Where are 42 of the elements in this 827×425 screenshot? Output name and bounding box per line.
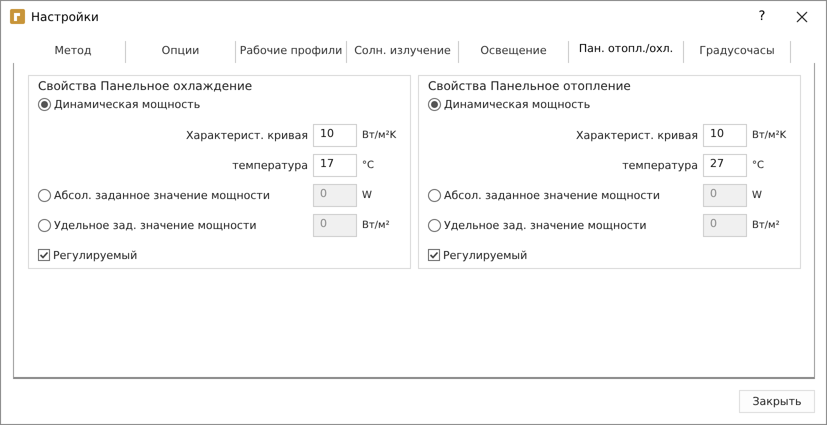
app-icon: [10, 9, 25, 24]
unit-label: W: [362, 190, 373, 200]
unit-label: Вт/м²: [752, 220, 781, 230]
radio-button[interactable]: [38, 98, 51, 111]
window-title: Настройки: [31, 10, 100, 24]
tab[interactable]: Градусочасы: [684, 41, 791, 63]
tab[interactable]: Солн. излучение: [347, 41, 459, 63]
close-button[interactable]: Закрыть: [739, 390, 815, 413]
group-title: Свойства Панельное отопление: [428, 79, 631, 93]
tab[interactable]: Освещение: [459, 41, 569, 63]
unit-label: Вт/м²: [362, 220, 391, 230]
field-label: температура: [622, 158, 698, 172]
input-field[interactable]: 27: [703, 154, 747, 176]
checkbox[interactable]: [428, 249, 440, 261]
tab[interactable]: Метод: [21, 41, 126, 63]
option-label: Абсол. заданное значение мощности: [444, 188, 660, 202]
unit-label: Вт/м²K: [752, 130, 788, 140]
tab[interactable]: Рабочие профили: [236, 41, 347, 63]
option-label: Абсол. заданное значение мощности: [54, 188, 270, 202]
option-label: Динамическая мощность: [54, 98, 200, 111]
option-label: Удельное зад. значение мощности: [54, 218, 257, 232]
field-label: температура: [232, 158, 308, 172]
option-label: Динамическая мощность: [444, 98, 590, 111]
unit-label: W: [752, 190, 763, 200]
tab[interactable]: Пан. отопл./охл.: [569, 41, 684, 63]
input-field[interactable]: 10: [313, 124, 357, 146]
checkbox[interactable]: [38, 249, 50, 261]
tab[interactable]: Опции: [126, 41, 236, 63]
close-icon[interactable]: [796, 10, 808, 22]
option-label: Удельное зад. значение мощности: [444, 218, 647, 232]
checkbox-label: Регулируемый: [443, 248, 528, 262]
unit-label: °C: [752, 160, 765, 170]
radio-button[interactable]: [428, 98, 441, 111]
help-button[interactable]: ?: [752, 9, 772, 24]
field-label: Характерист. кривая: [576, 128, 698, 142]
field-label: Характерист. кривая: [186, 128, 308, 142]
input-field[interactable]: 17: [313, 154, 357, 176]
checkbox-label: Регулируемый: [53, 248, 138, 262]
unit-label: Вт/м²K: [362, 130, 398, 140]
group-title: Свойства Панельное охлаждение: [38, 79, 252, 93]
input-field[interactable]: 10: [703, 124, 747, 146]
unit-label: °C: [362, 160, 375, 170]
